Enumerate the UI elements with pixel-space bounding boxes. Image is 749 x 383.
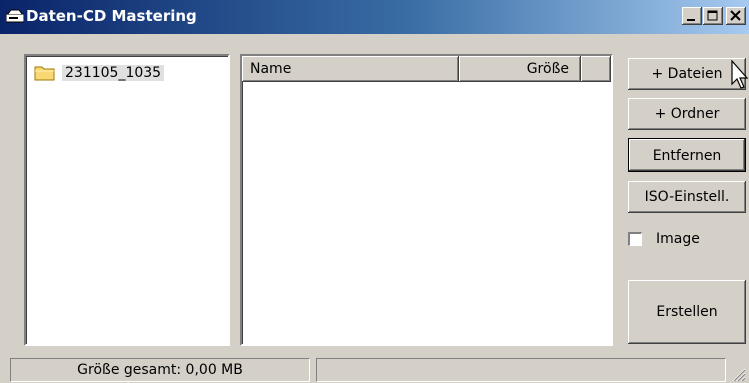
window-title: Daten-CD Mastering bbox=[26, 7, 197, 25]
column-header-name[interactable]: Name bbox=[242, 56, 459, 82]
create-button[interactable]: Erstellen bbox=[628, 280, 746, 344]
iso-settings-button[interactable]: ISO-Einstell. bbox=[628, 181, 746, 213]
tree-item-label: 231105_1035 bbox=[62, 65, 165, 81]
mastering-window: Daten-CD Mastering 231105_1035 Name Größ… bbox=[0, 0, 749, 383]
column-header-size[interactable]: Größe bbox=[459, 56, 581, 82]
close-button[interactable] bbox=[726, 7, 746, 25]
remove-button[interactable]: Entfernen bbox=[628, 138, 746, 172]
resize-grip-icon[interactable] bbox=[730, 366, 746, 382]
add-folder-button[interactable]: + Ordner bbox=[628, 98, 746, 130]
folder-icon bbox=[34, 66, 55, 81]
minimize-button[interactable] bbox=[682, 7, 702, 25]
cd-drive-icon bbox=[6, 9, 24, 23]
file-list[interactable]: Name Größe bbox=[240, 54, 613, 346]
maximize-button[interactable] bbox=[703, 7, 723, 25]
image-checkbox[interactable] bbox=[628, 232, 642, 246]
title-bar[interactable]: Daten-CD Mastering bbox=[0, 0, 749, 34]
image-checkbox-label: Image bbox=[656, 231, 700, 247]
status-secondary bbox=[316, 358, 726, 382]
close-icon bbox=[730, 10, 741, 21]
tree-item-folder[interactable]: 231105_1035 bbox=[34, 62, 165, 84]
folder-tree[interactable]: 231105_1035 bbox=[24, 54, 230, 346]
maximize-icon bbox=[707, 10, 718, 21]
status-total-size: Größe gesamt: 0,00 MB bbox=[10, 358, 310, 382]
image-checkbox-row[interactable]: Image bbox=[628, 228, 700, 250]
add-files-button[interactable]: + Dateien bbox=[628, 58, 746, 90]
minimize-icon bbox=[687, 19, 695, 21]
column-header-filler bbox=[581, 56, 611, 82]
